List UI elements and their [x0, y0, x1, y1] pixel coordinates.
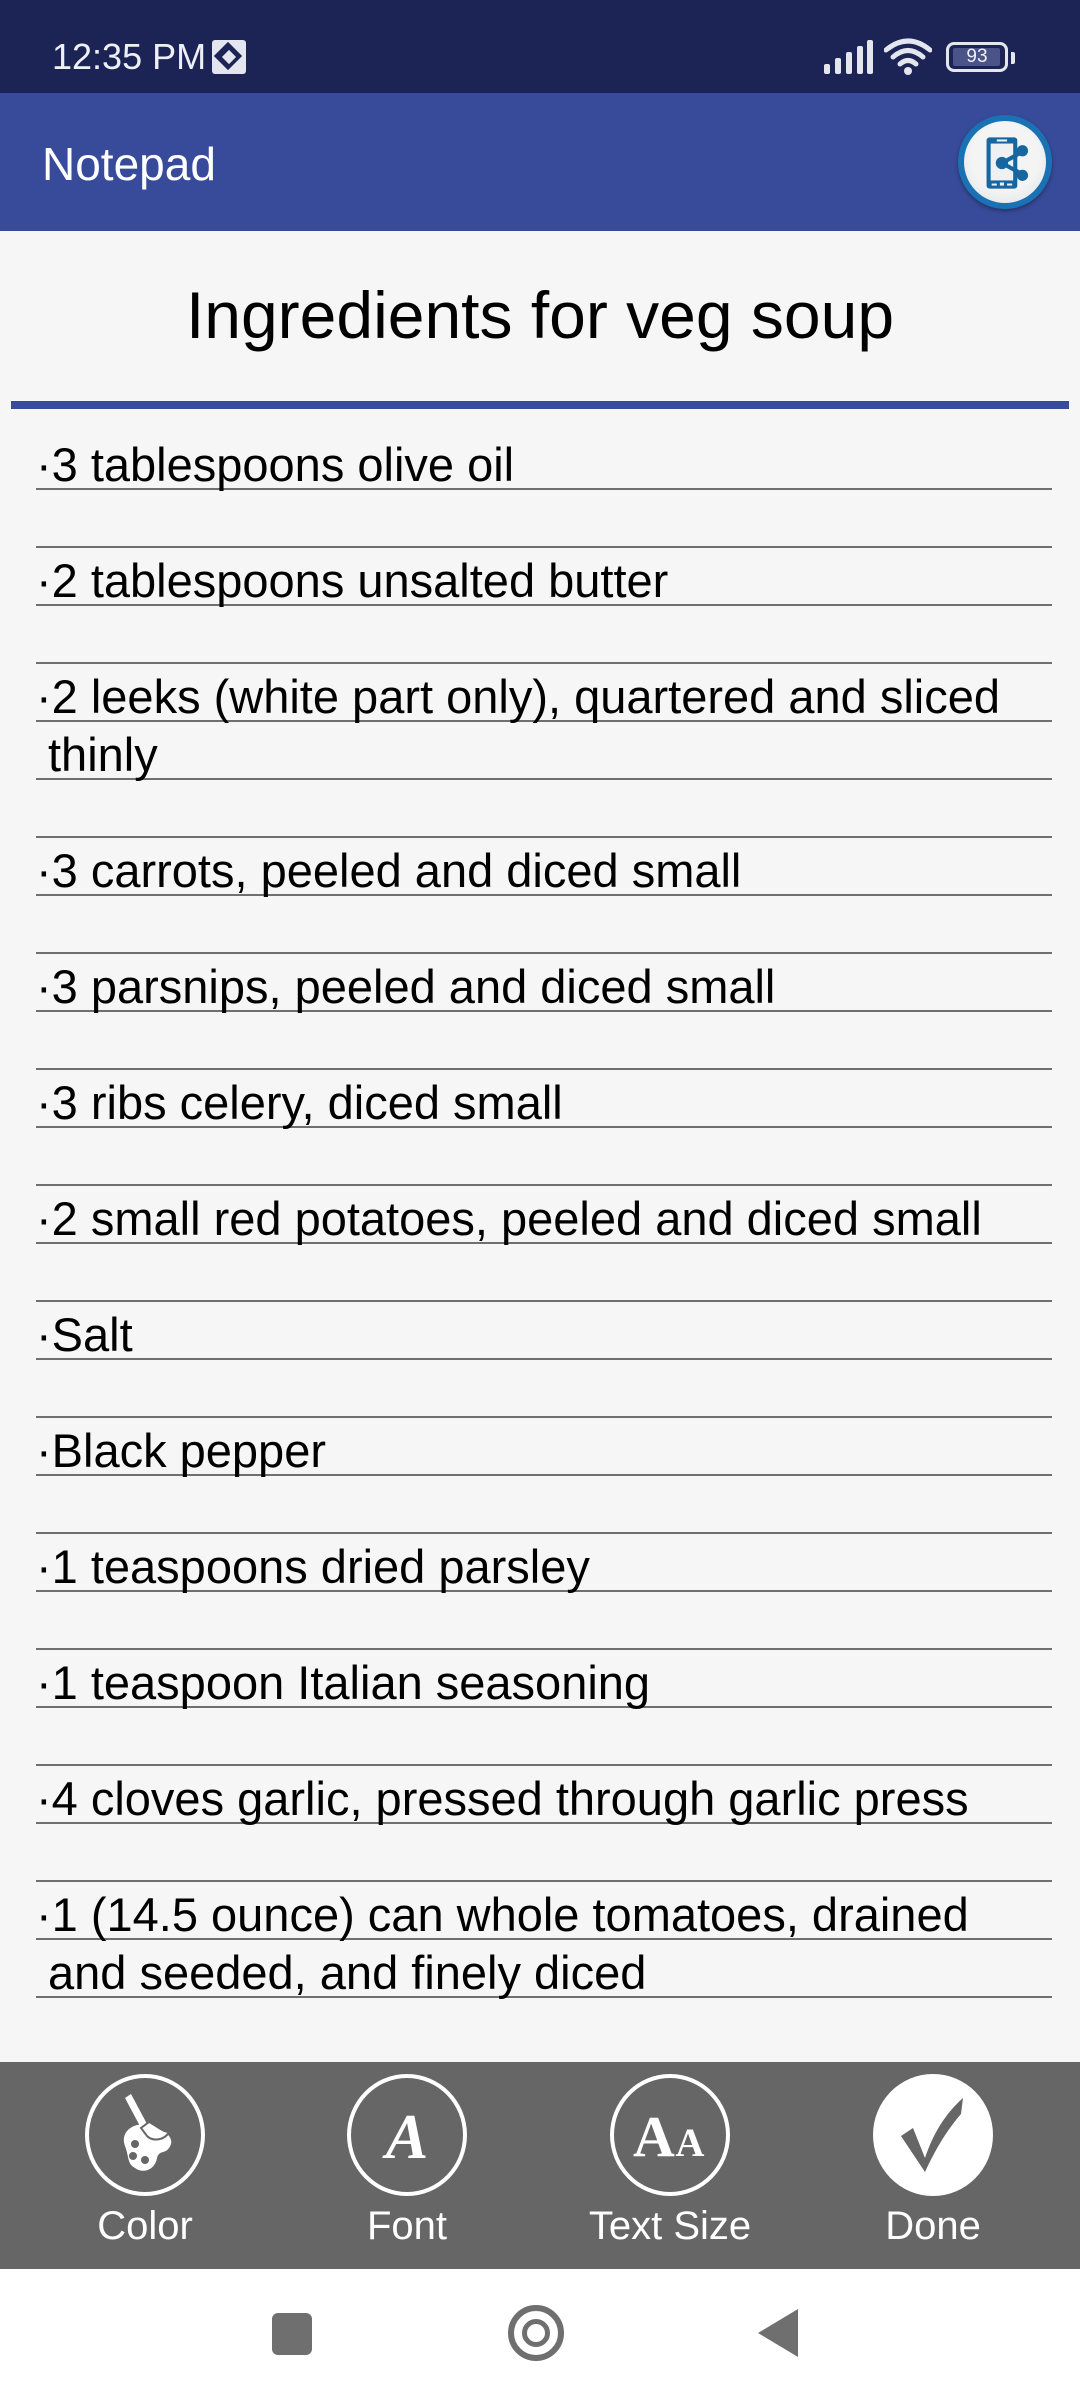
svg-text:A: A: [633, 2104, 675, 2169]
color-button[interactable]: Color: [45, 2074, 245, 2264]
ruled-line: [36, 1300, 1052, 1302]
share-button[interactable]: [958, 115, 1052, 209]
done-label: Done: [885, 2204, 981, 2248]
ingredient-item[interactable]: ·Salt: [36, 1306, 1052, 1364]
svg-text:A: A: [382, 2101, 429, 2172]
share-device-icon: [964, 121, 1046, 203]
color-label: Color: [97, 2204, 193, 2248]
ingredient-item[interactable]: ·3 parsnips, peeled and diced small: [36, 958, 1052, 1016]
battery-tip: [1011, 52, 1015, 64]
ruled-line: [36, 1880, 1052, 1882]
text-size-button[interactable]: A A Text Size: [570, 2074, 770, 2264]
ruled-line: [36, 1068, 1052, 1070]
ruled-line: [36, 1532, 1052, 1534]
ingredient-item[interactable]: ·3 ribs celery, diced small: [36, 1074, 1052, 1132]
svg-text:A: A: [676, 2120, 705, 2165]
ingredient-item[interactable]: ·4 cloves garlic, pressed through garlic…: [36, 1770, 1052, 1828]
ingredient-item[interactable]: ·3 carrots, peeled and diced small: [36, 842, 1052, 900]
ruled-line: [36, 836, 1052, 838]
recents-square-icon[interactable]: [272, 2313, 312, 2355]
download-notification-icon: [212, 40, 246, 74]
wifi-icon: [884, 38, 932, 75]
font-label: Font: [366, 2204, 448, 2248]
ingredient-item[interactable]: ·Black pepper: [36, 1422, 1052, 1480]
ingredient-item[interactable]: ·1 teaspoons dried parsley: [36, 1538, 1052, 1596]
ruled-line: [36, 546, 1052, 548]
done-button[interactable]: Done: [833, 2074, 1033, 2264]
text-size-icon: A A: [633, 2104, 705, 2169]
ruled-line: [36, 952, 1052, 954]
checkmark-icon: [901, 2098, 963, 2172]
font-button[interactable]: A Font: [307, 2074, 507, 2264]
system-nav-bar: [0, 2269, 1080, 2400]
ruled-line: [36, 1184, 1052, 1186]
status-bar: 12:35 PM 93: [0, 0, 1080, 93]
status-time: 12:35 PM: [52, 36, 207, 77]
text-size-label: Text Size: [588, 2204, 752, 2248]
palette-icon: [123, 2094, 172, 2171]
app-title: Notepad: [42, 138, 216, 190]
ingredient-item[interactable]: ·2 small red potatoes, peeled and diced …: [36, 1190, 1052, 1248]
cell-signal-icon: [824, 40, 873, 74]
battery-icon: 93: [946, 42, 1008, 72]
battery-level-text: 93: [966, 46, 988, 67]
note-editor[interactable]: Ingredients for veg soup ·3 tablespoons …: [0, 231, 1080, 2060]
bottom-toolbar: Color A Font A A Text Size Done: [0, 2062, 1080, 2269]
ruled-line: [36, 1416, 1052, 1418]
back-triangle-icon[interactable]: [758, 2309, 798, 2357]
ingredient-item[interactable]: ·1 teaspoon Italian seasoning: [36, 1654, 1052, 1712]
script-a-font-icon: A: [382, 2101, 429, 2172]
note-body[interactable]: ·3 tablespoons olive oil ·2 tablespoons u…: [36, 231, 1052, 2060]
ingredient-item[interactable]: ·2 tablespoons unsalted butter: [36, 552, 1052, 610]
home-circle-icon[interactable]: [508, 2305, 564, 2361]
ruled-line: [36, 662, 1052, 664]
ingredient-item[interactable]: ·1 (14.5 ounce) can whole tomatoes, drai…: [36, 1886, 1052, 2002]
ruled-line: [36, 1648, 1052, 1650]
app-bar: Notepad: [0, 93, 1080, 231]
ingredient-item[interactable]: ·3 tablespoons olive oil: [36, 436, 1052, 494]
ruled-line: [36, 1764, 1052, 1766]
ingredient-item[interactable]: ·2 leeks (white part only), quartered an…: [36, 668, 1052, 784]
